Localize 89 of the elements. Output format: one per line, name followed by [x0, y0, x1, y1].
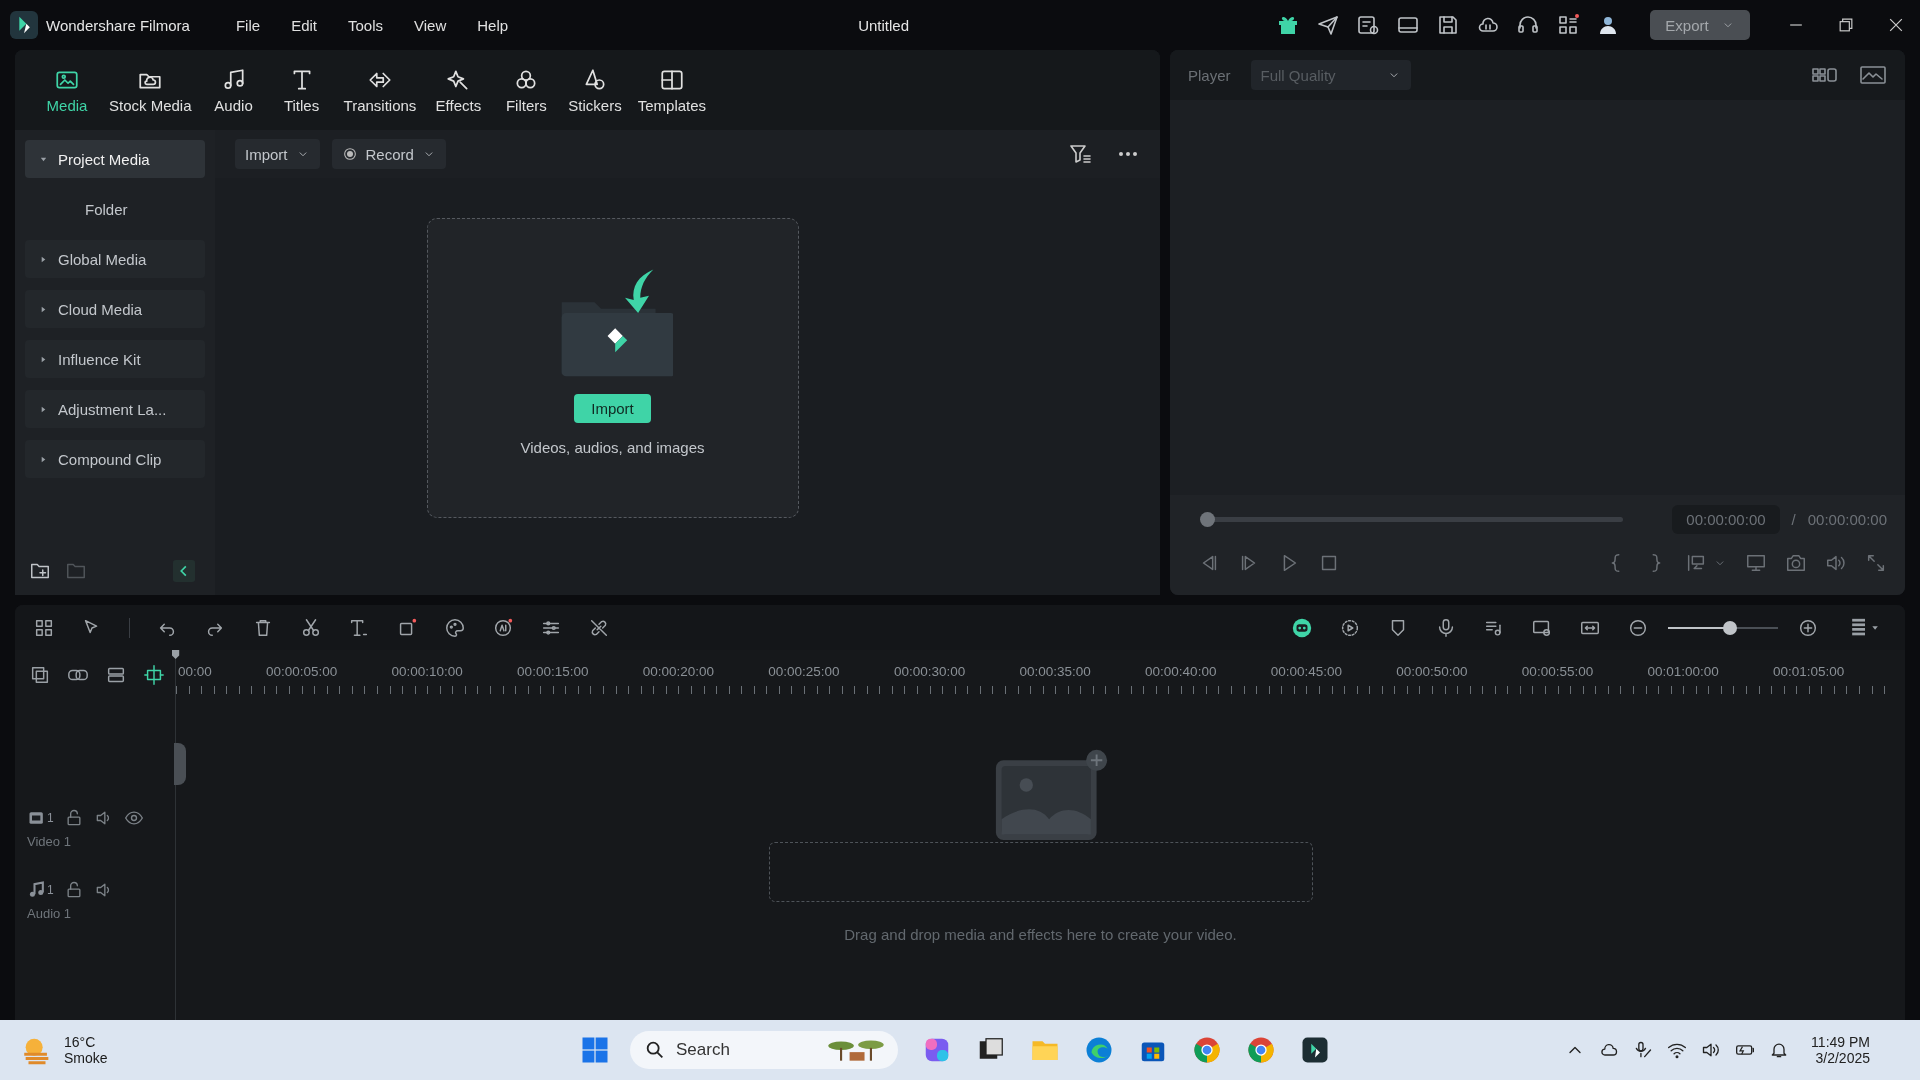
save-icon[interactable] — [1436, 13, 1460, 37]
scissors-icon[interactable] — [300, 616, 322, 639]
triangle-icon — [39, 454, 48, 464]
menu-item[interactable]: Tools — [348, 16, 383, 34]
app-icon[interactable] — [1300, 1035, 1330, 1065]
windows-start-icon[interactable] — [580, 1035, 610, 1065]
apps-icon[interactable] — [1556, 13, 1580, 37]
triangle-icon — [39, 254, 48, 264]
weather-condition: Smoke — [64, 1050, 108, 1066]
tab[interactable]: Templates — [631, 66, 713, 114]
ruler-label: 00:00:20:00 — [641, 664, 716, 679]
snap-icon[interactable] — [143, 664, 165, 686]
ruler-label: 00:00:50:00 — [1395, 664, 1469, 679]
triangle-icon — [39, 404, 48, 414]
track-name: Audio 1 — [27, 906, 73, 921]
drop-hint: Videos, audios, and images — [520, 439, 705, 456]
ruler-label: 00:00:15:00 — [516, 664, 590, 679]
clock-time[interactable]: 11:49 PM — [1811, 1034, 1870, 1050]
app-name: Wondershare Filmora — [46, 16, 190, 34]
ruler-label: 00:00:40:00 — [1144, 664, 1218, 679]
drop-zone[interactable]: Import Videos, audios, and images — [426, 218, 799, 518]
record-dropdown[interactable]: Record — [331, 139, 446, 169]
tab[interactable]: Stickers — [562, 66, 628, 114]
tab[interactable]: Audio — [201, 66, 266, 114]
ruler-label: 00:00:30:00 — [892, 664, 967, 679]
ruler-label: 00:00:25:00 — [767, 664, 841, 679]
robot-icon[interactable] — [1291, 616, 1313, 639]
sidebar-item[interactable]: Folder — [25, 190, 205, 228]
sidebar-item[interactable]: Adjustment La... — [25, 390, 205, 428]
add-track-icon[interactable] — [29, 664, 51, 686]
tab[interactable]: Media — [35, 66, 99, 114]
sidebar-item[interactable]: Project Media — [25, 140, 205, 178]
chrome-icon[interactable] — [1246, 1035, 1276, 1065]
sidebar-item[interactable]: Cloud Media — [25, 290, 205, 328]
paper-plane-icon[interactable] — [1316, 13, 1340, 37]
tab[interactable]: Titles — [269, 66, 334, 114]
menu-item[interactable]: View — [414, 16, 447, 34]
record-icon — [341, 146, 358, 162]
ruler-label: 00:00:05:00 — [264, 664, 339, 679]
palette-icon[interactable] — [444, 616, 466, 639]
ruler-label: 00:00:45:00 — [1269, 664, 1343, 679]
track-number: 1 — [47, 883, 54, 897]
menu-item[interactable]: File — [235, 16, 261, 34]
browser-icon[interactable] — [1084, 1035, 1114, 1065]
temperature: 16°C — [64, 1034, 97, 1050]
track-handle[interactable] — [174, 743, 186, 785]
track-name: Video 1 — [27, 834, 72, 849]
document-title: Untitled — [858, 16, 909, 34]
app-logo-icon — [10, 11, 38, 39]
sidebar-item[interactable]: Global Media — [25, 240, 205, 278]
music-note-icon — [27, 880, 47, 900]
microphone-icon[interactable] — [1633, 1040, 1654, 1060]
collapse-icon[interactable] — [173, 560, 195, 582]
search-icon — [644, 1039, 666, 1061]
ruler-label: 00:00:10:00 — [390, 664, 464, 679]
display-icon[interactable] — [1745, 552, 1767, 574]
ruler-label: 00:00:35:00 — [1018, 664, 1092, 679]
tab[interactable]: Effects — [426, 66, 491, 114]
taskbar-search[interactable]: Search — [630, 1031, 898, 1069]
import-button[interactable]: Import — [574, 394, 651, 423]
insert-icon[interactable] — [1685, 552, 1707, 574]
list-clock-icon[interactable] — [1356, 13, 1380, 37]
total-time: 00:00:00:00 — [1807, 510, 1887, 528]
menu-item[interactable]: Edit — [291, 16, 317, 34]
player-label: Player — [1188, 66, 1231, 84]
triangle-icon — [39, 354, 48, 364]
current-time: 00:00:00:00 — [1672, 504, 1780, 534]
chrome-icon[interactable] — [1192, 1035, 1222, 1065]
timeline-hint: Drag and drop media and effects here to create your video. — [844, 926, 1237, 943]
ai-icon[interactable] — [492, 616, 514, 639]
menu-item[interactable]: Help — [477, 16, 509, 34]
track-number: 1 — [47, 811, 54, 825]
filter-icon[interactable] — [1068, 142, 1092, 166]
tab[interactable]: Transitions — [337, 66, 423, 114]
sidebar-item[interactable]: Compound Clip — [25, 440, 205, 478]
sidebar-item[interactable]: Influence Kit — [25, 340, 205, 378]
ruler-label: 00:01:00:00 — [1646, 664, 1720, 679]
ruler-label: 00:01:05:00 — [1772, 664, 1846, 679]
ruler-label: 00:00 — [177, 664, 213, 679]
fullscreen-icon[interactable] — [1865, 552, 1887, 574]
tab[interactable]: Stock Media — [103, 66, 198, 114]
import-dropdown[interactable]: Import — [235, 139, 320, 169]
clock-date[interactable]: 3/2/2025 — [1815, 1050, 1870, 1066]
time-separator: / — [1791, 510, 1796, 528]
triangle-icon — [39, 304, 48, 314]
camera-icon[interactable] — [1785, 552, 1807, 574]
tab[interactable]: Filters — [494, 66, 559, 114]
image-icon[interactable] — [1859, 63, 1887, 87]
ruler-label: 00:00:55:00 — [1520, 664, 1595, 679]
